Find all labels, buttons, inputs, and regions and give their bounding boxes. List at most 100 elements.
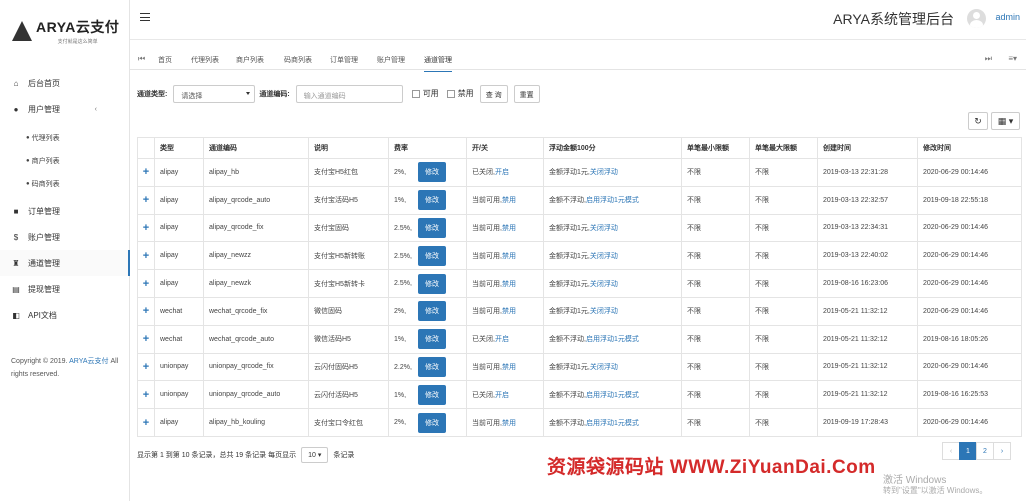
toggle-float-link[interactable]: 启用浮动1元模式 [586,197,639,204]
rate-value: 2%, [394,308,407,316]
toggle-float-link[interactable]: 启用浮动1元模式 [586,420,639,427]
column-header [137,137,155,159]
edit-button[interactable]: 修改 [418,301,446,322]
edit-button[interactable]: 修改 [418,329,446,350]
toggle-status-link[interactable]: 禁用 [502,364,516,371]
sidebar-item-channels[interactable]: ♜ 通道管理 [0,250,130,276]
edit-button[interactable]: 修改 [418,356,446,377]
menu-toggle-icon[interactable] [140,13,150,21]
sidebar-item-dashboard[interactable]: ⌂ 后台首页 [0,70,129,96]
available-label: 可用 [422,89,439,98]
avatar[interactable] [967,9,986,28]
page-size-select[interactable]: 10 ▾ [301,447,329,463]
toggle-float-link[interactable]: 关闭浮动 [590,281,618,288]
sidebar-subitem-agents[interactable]: ● 代理列表 [0,126,129,149]
expand-icon[interactable]: + [137,324,155,354]
pager-page-2[interactable]: 2 [976,442,994,460]
edit-button[interactable]: 修改 [418,273,446,294]
column-header: 单笔最小限额 [681,137,750,159]
expand-icon[interactable]: + [137,213,155,243]
toggle-status-link[interactable]: 开启 [495,336,509,343]
sidebar: ARYA云支付 支付就是这么简单 ⌂ 后台首页 ● 用户管理 ‹ ● 代理列表 ● 商户列… [0,0,130,501]
toggle-float-link[interactable]: 启用浮动1元模式 [586,336,639,343]
tab-scroll-right-icon[interactable]: ⏭ [985,54,992,64]
table-row: + alipay alipay_qrcode_fix 支付宝固码 2.5%, 修改 当前可用… [137,213,1022,243]
cell-float: 金额不浮动,启用浮动1元模式 [543,408,682,437]
pager-page-1[interactable]: 1 [959,442,977,460]
edit-button[interactable]: 修改 [418,190,446,211]
tab-code-merchants[interactable]: 码商列表 [284,55,312,65]
expand-icon[interactable]: + [137,380,155,410]
tab-orders[interactable]: 订单管理 [330,55,358,65]
sidebar-item-label: 提现管理 [28,284,60,294]
toggle-status-link[interactable]: 禁用 [502,225,516,232]
available-checkbox[interactable] [411,89,420,98]
cell-rate: 1%, 修改 [388,380,467,410]
expand-icon[interactable]: + [137,352,155,382]
edit-button[interactable]: 修改 [418,217,446,238]
cell-created: 2019-08-16 16:23:06 [817,269,918,298]
cell-max-limit: 不限 [749,269,818,298]
sidebar-item-label: 后台首页 [28,78,60,88]
expand-icon[interactable]: + [137,269,155,298]
sidebar-subitem-merchants[interactable]: ● 商户列表 [0,149,129,172]
sidebar-item-api-docs[interactable]: ◧ API文档 [0,302,129,328]
code-input[interactable]: 输入通道编码 [295,84,403,103]
sidebar-item-label: 通道管理 [28,258,60,268]
toggle-status-link[interactable]: 禁用 [502,308,516,315]
copyright-link[interactable]: ARYA云支付 [69,358,108,365]
pagination-summary: 显示第 1 到第 10 条记录，总共 19 条记录 每页显示 10 ▾ 条记录 [137,447,354,463]
toggle-float-link[interactable]: 关闭浮动 [590,308,618,315]
toggle-float-link[interactable]: 关闭浮动 [590,169,618,176]
columns-toggle-icon[interactable]: ▦ ▾ [991,112,1020,130]
search-button[interactable]: 查 询 [479,84,508,103]
sidebar-item-users[interactable]: ● 用户管理 ‹ [0,96,129,122]
tab-home[interactable]: 首页 [158,55,172,65]
toggle-status-link[interactable]: 禁用 [502,197,516,204]
tab-merchants[interactable]: 商户列表 [236,55,264,65]
table-row: + unionpay unionpay_qrcode_fix 云闪付固码H5 2.2%,… [137,352,1022,382]
sidebar-subitem-code-merchants[interactable]: ● 码商列表 [0,172,129,195]
tab-menu-icon[interactable]: ≡▾ [1008,54,1017,63]
user-menu[interactable]: admin [995,12,1020,22]
toggle-float-link[interactable]: 启用浮动1元模式 [586,392,639,399]
edit-button[interactable]: 修改 [418,412,446,433]
toggle-status-link[interactable]: 禁用 [502,281,516,288]
expand-icon[interactable]: + [137,185,155,215]
edit-button[interactable]: 修改 [418,245,446,266]
toggle-float-link[interactable]: 关闭浮动 [590,253,618,260]
cell-min-limit: 不限 [681,213,750,243]
expand-icon[interactable]: + [137,241,155,271]
edit-button[interactable]: 修改 [418,384,446,405]
expand-icon[interactable]: + [137,296,155,326]
type-select[interactable]: 请选择 [173,84,256,103]
cell-status: 已关闭,开启 [466,380,544,410]
cell-modified: 2020-06-29 00:14:46 [917,213,1022,243]
sidebar-item-orders[interactable]: ■ 订单管理 [0,198,129,224]
toggle-status-link[interactable]: 禁用 [502,253,516,260]
cell-created: 2019-09-19 17:28:43 [817,408,918,437]
expand-icon[interactable]: + [137,158,155,187]
cell-code: alipay_qrcode_fix [203,213,309,243]
reset-button[interactable]: 重置 [513,84,540,103]
pager-prev-button[interactable]: ‹ [942,442,960,460]
tab-agents[interactable]: 代理列表 [191,55,219,65]
sidebar-item-withdrawals[interactable]: ▤ 提现管理 [0,276,129,302]
toggle-status-link[interactable]: 开启 [495,392,509,399]
disabled-checkbox[interactable] [446,89,455,98]
refresh-icon[interactable]: ↻ [968,112,988,130]
tab-accounts[interactable]: 账户管理 [377,55,405,65]
sidebar-item-accounts[interactable]: $ 账户管理 [0,224,129,250]
edit-button[interactable]: 修改 [418,162,446,183]
toggle-float-link[interactable]: 关闭浮动 [590,225,618,232]
tab-scroll-left-icon[interactable]: ⏮ [138,54,145,64]
pager-next-button[interactable]: › [993,442,1011,460]
toggle-status-link[interactable]: 禁用 [502,420,516,427]
toggle-status-link[interactable]: 开启 [495,169,509,176]
tab-channels[interactable]: 通道管理 [424,55,452,72]
toggle-float-link[interactable]: 关闭浮动 [590,364,618,371]
cell-min-limit: 不限 [681,269,750,298]
expand-icon[interactable]: + [137,408,155,437]
cell-type: alipay [154,213,204,243]
cell-float: 金额不浮动,启用浮动1元模式 [543,324,682,354]
